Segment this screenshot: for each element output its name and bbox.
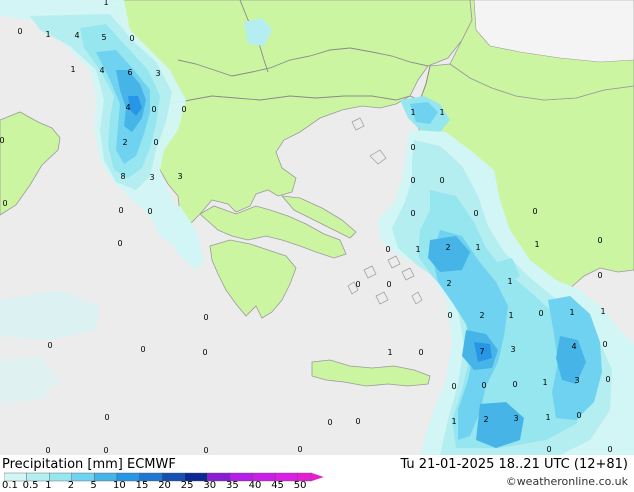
precip-label: 0 (386, 280, 391, 289)
precip-label: 0 (140, 345, 145, 354)
precip-label: 5 (101, 33, 106, 42)
precip-label: 1 (451, 417, 456, 426)
precip-label: 0 (607, 445, 612, 454)
precip-label: 0 (202, 348, 207, 357)
precip-label: 1 (542, 378, 547, 387)
precip-label: 4 (125, 103, 130, 112)
precip-label: 0 (418, 348, 423, 357)
precip-label: 2 (483, 415, 488, 424)
precip-label: 0 (17, 27, 22, 36)
legend-level-label: 35 (226, 480, 239, 491)
precip-label: 1 (70, 65, 75, 74)
legend-level-label: 20 (158, 480, 171, 491)
precip-label: 1 (103, 0, 108, 7)
precip-label: 4 (99, 66, 104, 75)
credit-link[interactable]: ©weatheronline.co.uk (506, 475, 628, 488)
precip-label: 0 (103, 446, 108, 455)
precip-label: 0 (147, 207, 152, 216)
precip-label: 0 (0, 136, 5, 145)
precip-label: 0 (576, 411, 581, 420)
precip-label: 0 (410, 209, 415, 218)
precip-label: 3 (177, 172, 182, 181)
precip-label: 1 (600, 307, 605, 316)
legend-level-label: 2 (67, 480, 75, 491)
precip-label: 1 (415, 245, 420, 254)
precip-label: 2 (122, 138, 127, 147)
precip-label: 1 (475, 243, 480, 252)
precip-label: 3 (155, 69, 160, 78)
precip-label: 0 (410, 143, 415, 152)
precip-label: 0 (129, 34, 134, 43)
precip-label: 0 (203, 446, 208, 455)
precip-label: 6 (127, 68, 132, 77)
precip-label: 0 (447, 311, 452, 320)
map-title: Precipitation [mm] ECMWF (2, 457, 176, 472)
precip-label: 3 (574, 376, 579, 385)
precip-label: 0 (327, 418, 332, 427)
precip-label: 4 (571, 342, 576, 351)
precip-label: 0 (45, 446, 50, 455)
precip-label: 1 (508, 311, 513, 320)
precip-label: 0 (355, 280, 360, 289)
precip-label: 2 (446, 279, 451, 288)
legend-level-label: 15 (135, 480, 149, 491)
precip-label: 0 (597, 271, 602, 280)
precip-label: 1 (569, 308, 574, 317)
precip-label: 0 (473, 209, 478, 218)
precip-label: 0 (546, 445, 551, 454)
precip-label: 1 (439, 108, 444, 117)
precip-label: 1 (410, 108, 415, 117)
valid-time: Tu 21-01-2025 18..21 UTC (12+81) (400, 457, 628, 472)
precip-label: 0 (151, 105, 156, 114)
precip-label: 0 (602, 340, 607, 349)
precip-label: 0 (153, 138, 158, 147)
precip-label: 0 (47, 341, 52, 350)
precip-label: 0 (2, 199, 7, 208)
precip-label: 3 (149, 173, 154, 182)
precip-label: 0 (597, 236, 602, 245)
legend-level-label: 0.1 (2, 480, 18, 491)
precip-label: 0 (439, 176, 444, 185)
precip-label: 8 (120, 172, 125, 181)
precipitation-map: 1 0 1 4 5 0 1 4 6 3 4 0 0 2 3 0 8 3 0 0 … (0, 0, 634, 455)
legend-level-label: 0.5 (22, 480, 39, 491)
precip-label: 0 (532, 207, 537, 216)
legend-arrow (311, 473, 324, 481)
legend-level-label: 50 (293, 480, 307, 491)
precip-label: 0 (355, 417, 360, 426)
precip-label: 4 (74, 31, 79, 40)
color-scale-labels: 0.1 0.5 1 2 5 10 15 20 25 30 35 40 45 50 (0, 480, 340, 492)
precip-label: 3 (510, 345, 515, 354)
precip-label: 2 (445, 243, 450, 252)
precip-label: 0 (203, 313, 208, 322)
precip-label: 0 (605, 375, 610, 384)
precip-label: 0 (512, 380, 517, 389)
legend-level-label: 1 (45, 480, 52, 491)
precip-label: 1 (545, 413, 550, 422)
precip-label: 0 (181, 105, 186, 114)
legend-level-label: 25 (180, 480, 194, 491)
precip-label: 1 (534, 240, 539, 249)
precip-label: 0 (538, 309, 543, 318)
precip-label: 0 (118, 206, 123, 215)
precip-label: 0 (410, 176, 415, 185)
precip-label: 1 (507, 277, 512, 286)
legend-level-label: 10 (113, 480, 126, 491)
precip-label: 2 (479, 311, 484, 320)
precip-label: 1 (387, 348, 392, 357)
legend-level-label: 45 (271, 480, 284, 491)
legend-level-label: 40 (248, 480, 262, 491)
precip-label: 0 (451, 382, 456, 391)
legend-footer: Precipitation [mm] ECMWF Tu 21-01-2025 1… (0, 455, 634, 492)
precip-label: 0 (297, 445, 302, 454)
precip-label: 0 (104, 413, 109, 422)
legend-level-label: 30 (203, 480, 217, 491)
legend-level-label: 5 (90, 480, 97, 491)
precip-label: 0 (385, 245, 390, 254)
precip-label: 1 (45, 30, 50, 39)
precip-label: 0 (481, 381, 486, 390)
precip-label: 3 (513, 414, 518, 423)
precip-label: 7 (479, 347, 484, 356)
precip-label: 0 (117, 239, 122, 248)
